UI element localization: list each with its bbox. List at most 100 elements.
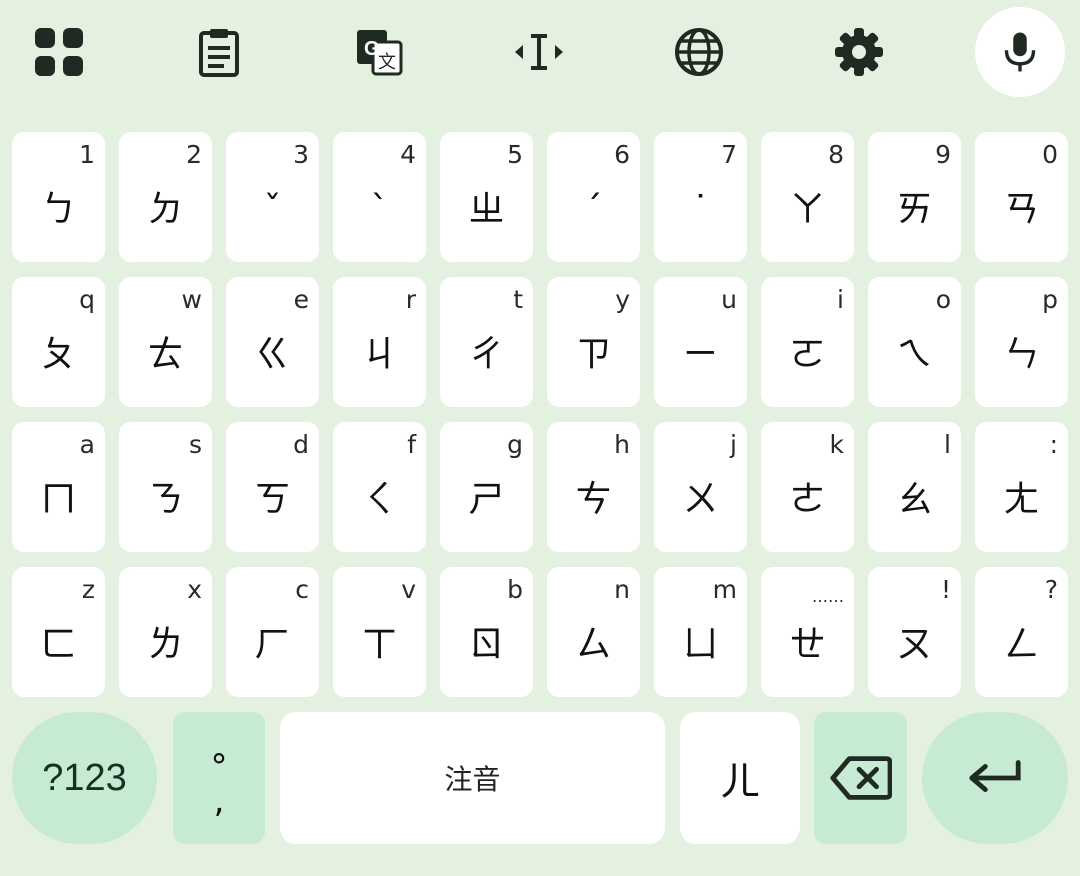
key-22[interactable]: dㄎ	[226, 422, 319, 552]
key-glyph: ㄤ	[1003, 479, 1040, 520]
key-hint: ……	[812, 587, 844, 606]
key-23[interactable]: fㄑ	[333, 422, 426, 552]
key-30[interactable]: zㄈ	[12, 567, 105, 697]
key-hint: f	[407, 430, 416, 459]
enter-arrow-icon	[969, 760, 1021, 793]
key-glyph: ㄈ	[40, 624, 77, 665]
key-hint: a	[79, 430, 95, 459]
key-hint: l	[944, 430, 951, 459]
key-hint: b	[507, 575, 523, 604]
key-19[interactable]: pㄣ	[975, 277, 1068, 407]
key-glyph: ㄖ	[468, 624, 505, 665]
key-39[interactable]: ? ㄥ	[975, 567, 1068, 697]
key-13[interactable]: rㄐ	[333, 277, 426, 407]
key-hint: k	[829, 430, 844, 459]
key-28[interactable]: lㄠ	[868, 422, 961, 552]
punctuation-key[interactable]: ° ,	[173, 712, 265, 844]
key-hint: 9	[935, 140, 951, 169]
key-glyph: ㄝ	[789, 624, 826, 665]
key-1[interactable]: 2ㄉ	[119, 132, 212, 262]
key-hint: s	[188, 430, 202, 459]
key-glyph: ㄍ	[254, 334, 291, 375]
key-hint: 1	[79, 140, 95, 169]
key-37[interactable]: …… ㄝ	[761, 567, 854, 697]
key-hint: m	[712, 575, 737, 604]
key-hint: 2	[186, 140, 202, 169]
key-17[interactable]: iㄛ	[761, 277, 854, 407]
key-glyph: ㄗ	[575, 334, 612, 375]
globe-icon[interactable]	[654, 7, 744, 97]
enter-key[interactable]	[922, 712, 1068, 844]
key-12[interactable]: eㄍ	[226, 277, 319, 407]
key-hint: h	[614, 430, 630, 459]
backspace-key[interactable]	[814, 712, 907, 844]
key-glyph: ㄞ	[896, 189, 933, 230]
key-glyph: ㄇ	[40, 479, 77, 520]
key-glyph: ˊ	[584, 189, 603, 230]
key-38[interactable]: ! ㄡ	[868, 567, 961, 697]
key-8[interactable]: 9ㄞ	[868, 132, 961, 262]
key-7[interactable]: 8ㄚ	[761, 132, 854, 262]
key-11[interactable]: wㄊ	[119, 277, 212, 407]
key-21[interactable]: sㄋ	[119, 422, 212, 552]
key-glyph: ㄆ	[40, 334, 77, 375]
key-hint: !	[940, 575, 951, 604]
text-cursor-icon[interactable]	[494, 7, 584, 97]
key-glyph: ˇ	[263, 189, 282, 230]
clipboard-icon[interactable]	[174, 7, 264, 97]
key-27[interactable]: kㄜ	[761, 422, 854, 552]
key-32[interactable]: cㄏ	[226, 567, 319, 697]
key-hint: j	[730, 430, 737, 459]
gear-icon[interactable]	[814, 7, 904, 97]
key-glyph: ㄡ	[896, 624, 933, 665]
key-glyph: ˋ	[370, 189, 389, 230]
key-glyph: ㄒ	[361, 624, 398, 665]
key-hint: n	[614, 575, 630, 604]
key-9[interactable]: 0ㄢ	[975, 132, 1068, 262]
key-35[interactable]: nㄙ	[547, 567, 640, 697]
translate-icon[interactable]: G文	[334, 7, 424, 97]
key-hint: v	[401, 575, 416, 604]
space-key[interactable]: 注音	[280, 712, 665, 844]
key-6[interactable]: 7 ˙	[654, 132, 747, 262]
key-glyph: ㄌ	[147, 624, 184, 665]
key-hint: 8	[828, 140, 844, 169]
key-glyph: ㄊ	[147, 334, 184, 375]
key-4[interactable]: 5ㄓ	[440, 132, 533, 262]
key-glyph: ㄕ	[468, 479, 505, 520]
key-18[interactable]: oㄟ	[868, 277, 961, 407]
er-key[interactable]: ㄦ	[680, 712, 800, 844]
key-glyph: ㄅ	[40, 189, 77, 230]
key-hint: o	[935, 285, 951, 314]
key-3[interactable]: 4ˋ	[333, 132, 426, 262]
grid-apps-icon[interactable]	[14, 7, 104, 97]
symbols-key[interactable]: ?123	[12, 712, 157, 844]
key-2[interactable]: 3ˇ	[226, 132, 319, 262]
key-26[interactable]: jㄨ	[654, 422, 747, 552]
key-14[interactable]: tㄔ	[440, 277, 533, 407]
key-hint: z	[81, 575, 95, 604]
key-24[interactable]: gㄕ	[440, 422, 533, 552]
key-15[interactable]: yㄗ	[547, 277, 640, 407]
key-5[interactable]: 6ˊ	[547, 132, 640, 262]
key-34[interactable]: bㄖ	[440, 567, 533, 697]
key-0[interactable]: 1ㄅ	[12, 132, 105, 262]
mic-icon[interactable]	[975, 7, 1065, 97]
key-29[interactable]: :ㄤ	[975, 422, 1068, 552]
key-glyph: ㄉ	[147, 189, 184, 230]
key-31[interactable]: xㄌ	[119, 567, 212, 697]
key-33[interactable]: vㄒ	[333, 567, 426, 697]
key-glyph: ㄟ	[896, 334, 933, 375]
key-20[interactable]: aㄇ	[12, 422, 105, 552]
key-10[interactable]: qㄆ	[12, 277, 105, 407]
key-hint: ?	[1044, 575, 1058, 604]
key-hint: r	[405, 285, 416, 314]
key-hint: d	[293, 430, 309, 459]
key-16[interactable]: uㄧ	[654, 277, 747, 407]
backspace-icon	[829, 756, 892, 800]
key-glyph: ㄙ	[575, 624, 612, 665]
key-glyph: ㄛ	[789, 334, 826, 375]
key-25[interactable]: hㄘ	[547, 422, 640, 552]
key-glyph: ㄢ	[1003, 189, 1040, 230]
key-36[interactable]: mㄩ	[654, 567, 747, 697]
